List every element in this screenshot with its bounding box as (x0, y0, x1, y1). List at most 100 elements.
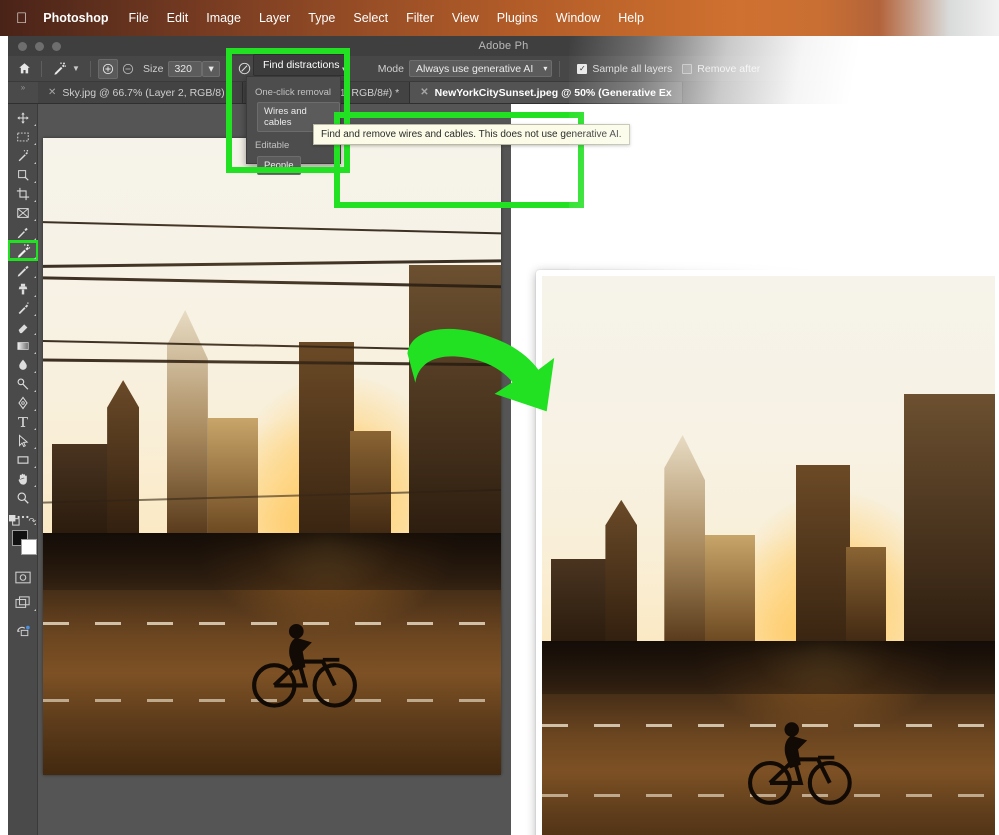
rectangle-tool[interactable] (8, 450, 38, 469)
eraser-tool[interactable] (8, 317, 38, 336)
sample-all-layers-checkbox[interactable]: ✓ Sample all layers (577, 63, 672, 75)
tool-corner-indicator (34, 219, 36, 221)
swap-colors-icon[interactable]: ↷ (28, 516, 36, 527)
mode-select-value: Always use generative AI (415, 62, 534, 75)
photoshop-window: Adobe Ph ▼ Size 320 ▾ Mode Always use ge… (8, 36, 999, 835)
add-to-selection-icon[interactable] (98, 58, 118, 79)
tool-corner-indicator (34, 352, 36, 354)
curved-arrow-icon (396, 324, 596, 449)
building (207, 418, 259, 533)
lasso-tool[interactable] (8, 165, 38, 184)
document-tab-newyorkcitysunset[interactable]: ✕ NewYorkCitySunset.jpeg @ 50% (Generati… (410, 82, 683, 103)
tool-corner-indicator (34, 143, 36, 145)
tools-panel: ↷ (8, 104, 39, 835)
remove-after-label: Remove after (697, 62, 761, 75)
tooltip: Find and remove wires and cables. This d… (313, 124, 630, 145)
tool-corner-indicator (34, 314, 36, 316)
after-photo-card[interactable] (536, 270, 999, 835)
mode-label: Mode (377, 62, 404, 75)
chevron-down-icon: ▾ (341, 66, 346, 73)
dropdown-option-people[interactable]: People (257, 156, 301, 175)
canvas-area[interactable] (38, 104, 999, 835)
building (52, 443, 117, 533)
document-tab-sky[interactable]: ✕ Sky.jpg @ 66.7% (Layer 2, RGB/8) * (38, 82, 243, 103)
double-chevron-icon[interactable]: » (8, 82, 38, 103)
clone-stamp-tool[interactable] (8, 279, 38, 298)
menu-item-edit[interactable]: Edit (167, 11, 189, 25)
crop-tool[interactable] (8, 184, 38, 203)
apple-logo-icon[interactable]:  (16, 11, 27, 26)
color-swatches[interactable]: ↷ (8, 515, 38, 558)
window-title: Adobe Ph (478, 40, 529, 52)
dodge-tool[interactable] (8, 374, 38, 393)
menu-item-window[interactable]: Window (556, 11, 600, 25)
building-rect-tower (299, 341, 355, 533)
home-icon[interactable] (14, 59, 34, 79)
mode-select[interactable]: Always use generative AI ▾ (408, 60, 553, 77)
subtract-from-selection-icon[interactable] (118, 59, 138, 79)
tool-corner-indicator (34, 200, 36, 202)
menu-item-layer[interactable]: Layer (259, 11, 290, 25)
size-label: Size (143, 62, 164, 75)
menu-item-view[interactable]: View (452, 11, 479, 25)
tool-corner-indicator (34, 333, 36, 335)
type-tool[interactable] (8, 412, 38, 431)
remove-tool-icon[interactable] (49, 59, 69, 79)
tool-corner-indicator (34, 295, 36, 297)
blur-tool[interactable] (8, 355, 38, 374)
share-button[interactable] (8, 620, 38, 639)
hand-tool[interactable] (8, 469, 38, 488)
parked-cars-row (542, 641, 995, 695)
before-photo[interactable] (43, 138, 501, 775)
history-brush-tool[interactable] (8, 298, 38, 317)
menu-item-type[interactable]: Type (308, 11, 335, 25)
cyclist (245, 597, 364, 737)
building-right-block (904, 393, 995, 642)
parked-cars-row (43, 532, 501, 591)
cyclist (741, 700, 859, 830)
move-tool[interactable] (8, 108, 38, 127)
size-dropdown-caret[interactable]: ▾ (202, 60, 220, 77)
zoom-tool[interactable] (8, 488, 38, 507)
tool-corner-indicator (34, 181, 36, 183)
building-chrysler (107, 380, 140, 533)
checkbox-box-checked: ✓ (577, 63, 588, 74)
document-tab-label: Sky.jpg @ 66.7% (Layer 2, RGB/8) * (62, 86, 232, 99)
tool-corner-indicator (34, 428, 36, 430)
object-selection-tool[interactable] (8, 146, 38, 165)
screen-mode-button[interactable] (8, 593, 38, 612)
menu-item-photoshop[interactable]: Photoshop (43, 11, 108, 25)
tool-corner-indicator (34, 124, 36, 126)
quick-mask-button[interactable] (8, 568, 38, 587)
gradient-tool[interactable] (8, 336, 38, 355)
options-divider-4 (559, 60, 561, 77)
size-input[interactable]: 320 (168, 60, 203, 77)
menu-item-plugins[interactable]: Plugins (497, 11, 538, 25)
brush-tool[interactable] (8, 260, 38, 279)
rectangular-marquee-tool[interactable] (8, 127, 38, 146)
default-colors-icon[interactable] (9, 515, 20, 528)
sample-all-layers-label: Sample all layers (592, 62, 673, 75)
menu-item-image[interactable]: Image (206, 11, 241, 25)
document-tab-bar: » ✕ Sky.jpg @ 66.7% (Layer 2, RGB/8) * ✕… (8, 82, 999, 104)
menu-item-filter[interactable]: Filter (406, 11, 434, 25)
eyedropper-tool[interactable] (8, 222, 38, 241)
find-distractions-dropdown[interactable]: One-click removal Wires and cables Edita… (246, 76, 341, 175)
mac-menu-bar:  Photoshop File Edit Image Layer Type S… (0, 0, 999, 36)
menu-item-file[interactable]: File (129, 11, 149, 25)
find-distractions-button[interactable]: Find distractions ▾ (253, 54, 350, 76)
background-color-swatch[interactable] (21, 539, 37, 555)
tool-corner-indicator (34, 447, 36, 449)
menu-item-select[interactable]: Select (353, 11, 388, 25)
chevron-down-icon[interactable]: ▼ (69, 61, 83, 77)
remove-tool[interactable] (8, 240, 39, 261)
remove-after-checkbox[interactable]: Remove after (682, 63, 760, 75)
menu-item-help[interactable]: Help (618, 11, 644, 25)
frame-tool[interactable] (8, 203, 38, 222)
path-selection-tool[interactable] (8, 431, 38, 450)
close-icon[interactable]: ✕ (48, 87, 56, 98)
after-photo[interactable] (542, 276, 995, 835)
pen-tool[interactable] (8, 393, 38, 412)
tool-corner-indicator (34, 390, 36, 392)
close-icon[interactable]: ✕ (420, 87, 428, 98)
